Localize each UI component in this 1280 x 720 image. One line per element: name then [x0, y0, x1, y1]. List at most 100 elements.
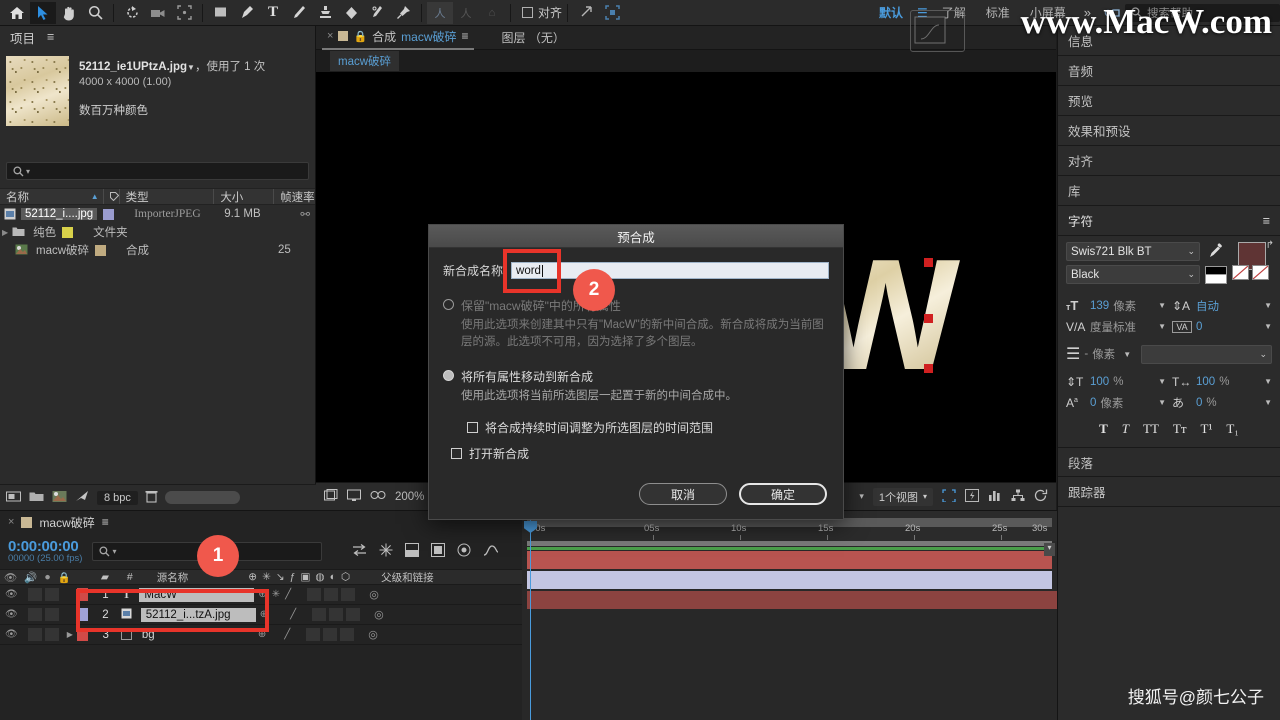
style-faux-bold-button[interactable]: T [1099, 421, 1108, 437]
chevron-down-icon[interactable]: ▼ [1264, 398, 1272, 407]
font-style-select[interactable]: Black ⌄ [1066, 265, 1200, 284]
frame-blending-icon[interactable] [431, 542, 446, 560]
checkbox-adjust-duration-row[interactable]: 将合成持续时间调整为所选图层的时间范围 [467, 419, 829, 436]
new-folder-icon-2[interactable] [29, 490, 45, 506]
lock-icon[interactable]: 🔒 [353, 30, 367, 43]
hand-tool-icon[interactable] [56, 2, 82, 24]
panel-character[interactable]: 字符 ≡ [1058, 206, 1280, 236]
layer-audio-cell[interactable] [27, 588, 42, 601]
resolution-dropdown-icon[interactable]: ▾ [859, 491, 864, 502]
parent-link-header[interactable]: 父级和链接 [381, 570, 434, 585]
snapping-checkbox[interactable] [522, 7, 533, 18]
selection-handle[interactable] [924, 314, 933, 323]
transform-box-icon[interactable] [599, 2, 625, 24]
project-settings-icon[interactable] [75, 490, 90, 506]
tab-composition[interactable]: × 🔒 合成 macw破碎 ≡ [322, 26, 474, 50]
project-panel-menu-icon[interactable]: ≡ [47, 30, 54, 44]
style-all-caps-button[interactable]: TT [1143, 421, 1159, 437]
layer-visibility-icon[interactable]: 👁 [5, 589, 18, 600]
selection-tool-icon[interactable] [30, 1, 56, 24]
parent-pickwhip-icon[interactable]: ◎ [368, 628, 378, 641]
fill-none-swatch[interactable] [1252, 265, 1269, 280]
puppet-position-icon[interactable]: 人 [427, 1, 453, 24]
layer-switch-cell[interactable] [323, 628, 338, 641]
layer-switch-quality-icon[interactable]: ✳ [272, 589, 280, 600]
selection-handle[interactable] [924, 258, 933, 267]
kerning-field[interactable]: V/A 度量标准 ▼ [1066, 317, 1166, 336]
checkbox-open-new-comp[interactable] [451, 448, 462, 460]
puppet-pin-tool-icon[interactable] [390, 2, 416, 24]
leading-field[interactable]: ⇕A 自动 ▼ [1172, 296, 1272, 315]
playhead[interactable] [524, 511, 537, 720]
parent-pickwhip-icon[interactable]: ◎ [369, 588, 379, 601]
horizontal-scale-field[interactable]: T↔ 100 % ▼ [1172, 372, 1272, 391]
font-size-field[interactable]: тT 139 像素 ▼ [1066, 296, 1166, 315]
style-small-caps-button[interactable]: Tᴛ [1173, 421, 1187, 437]
roto-brush-tool-icon[interactable] [364, 2, 390, 24]
workspace-default[interactable]: 默认 [869, 4, 913, 21]
graph-editor-icon[interactable] [483, 543, 499, 560]
toggle-mask-icon[interactable] [347, 489, 361, 505]
radio-keep-attributes[interactable] [443, 299, 454, 310]
pen-tool-icon[interactable] [234, 2, 260, 24]
brush-tool-icon[interactable] [286, 2, 312, 24]
fill-stroke-bw-swatch[interactable] [1205, 266, 1227, 284]
chevron-down-icon[interactable]: ▼ [1264, 322, 1272, 331]
layer-switch-cell[interactable] [329, 608, 344, 621]
timeline-graph-area[interactable]: 00s 05s 10s 15s 20s 25s 30s ▾ [522, 511, 1057, 720]
panel-tracker[interactable]: 跟踪器 [1058, 477, 1280, 507]
search-dropdown-icon[interactable]: ▾ [112, 547, 116, 556]
workspace-standard[interactable]: 标准 [976, 4, 1020, 21]
option-keep-attributes[interactable]: 保留"macw破碎"中的所有属性 使用此选项来创建其中只有"MacW"的新中间合… [443, 297, 829, 350]
home-icon[interactable] [4, 2, 30, 24]
project-scrollbar[interactable] [164, 491, 240, 504]
panel-effects-presets[interactable]: 效果和预设 [1058, 116, 1280, 146]
reset-exposure-icon[interactable] [1034, 489, 1048, 505]
bit-depth-button[interactable]: 8 bpc [97, 490, 138, 505]
composition-mini-flowchart-icon[interactable] [352, 543, 367, 559]
timeline-panel-menu-icon[interactable]: ≡ [102, 515, 109, 529]
panel-preview[interactable]: 预览 [1058, 86, 1280, 116]
timeline-scroll-marker[interactable]: ▾ [1044, 543, 1055, 556]
panel-audio[interactable]: 音频 [1058, 56, 1280, 86]
tsume-field[interactable]: あ 0 % ▼ [1172, 393, 1272, 412]
stroke-none-swatch[interactable] [1232, 265, 1249, 280]
layer-switch-cell[interactable] [346, 608, 361, 621]
chevron-down-icon[interactable]: ▼ [1264, 301, 1272, 310]
camera-tool-icon[interactable] [145, 2, 171, 24]
puppet-starch-icon[interactable]: 人 [453, 2, 479, 24]
breadcrumb-chip[interactable]: macw破碎 [330, 51, 400, 71]
hide-shy-layers-icon[interactable] [405, 542, 420, 560]
layer-switch-cell[interactable] [307, 588, 322, 601]
zoom-tool-icon[interactable] [82, 2, 108, 24]
project-search-input[interactable]: ▾ [6, 162, 309, 180]
panel-library[interactable]: 库 [1058, 176, 1280, 206]
layer-switch-effects-icon[interactable]: ╱ [285, 589, 291, 600]
font-family-select[interactable]: Swis721 Blk BT ⌄ [1066, 242, 1200, 261]
character-panel-menu-icon[interactable]: ≡ [1263, 214, 1270, 228]
project-item-row[interactable]: ▶ 纯色 文件夹 [0, 223, 315, 241]
checkbox-adjust-duration[interactable] [467, 422, 478, 434]
panel-align[interactable]: 对齐 [1058, 146, 1280, 176]
radio-move-attributes[interactable] [443, 370, 454, 382]
anchor-point-tool-icon[interactable] [171, 2, 197, 24]
layer-audio-cell[interactable] [27, 608, 42, 621]
close-icon[interactable]: × [8, 516, 14, 528]
snapping-toggle[interactable]: 对齐 [522, 4, 562, 21]
layer-solo-cell[interactable] [44, 588, 59, 601]
toggle-transparency-grid-icon[interactable] [324, 488, 338, 505]
asset-dropdown-icon[interactable]: ▼ [187, 63, 195, 72]
layer-duration-bar[interactable] [527, 551, 1052, 569]
motion-blur-icon[interactable] [457, 543, 471, 560]
composition-tab-menu-icon[interactable]: ≡ [462, 29, 469, 43]
sort-ascending-icon[interactable]: ▲ [91, 192, 103, 201]
baseline-shift-field[interactable]: Aa 0 像素 ▼ [1066, 393, 1166, 412]
chevron-down-icon[interactable]: ▼ [1158, 377, 1166, 386]
layer-solo-cell[interactable] [44, 628, 59, 641]
chevron-down-icon[interactable]: ▼ [1264, 377, 1272, 386]
rotation-tool-icon[interactable] [119, 2, 145, 24]
parent-pickwhip-icon[interactable]: ◎ [374, 608, 384, 621]
tracking-field[interactable]: VA 0 ▼ [1172, 317, 1272, 336]
chevron-down-icon[interactable]: ▼ [1158, 301, 1166, 310]
layer-duration-bar[interactable] [527, 591, 1057, 609]
